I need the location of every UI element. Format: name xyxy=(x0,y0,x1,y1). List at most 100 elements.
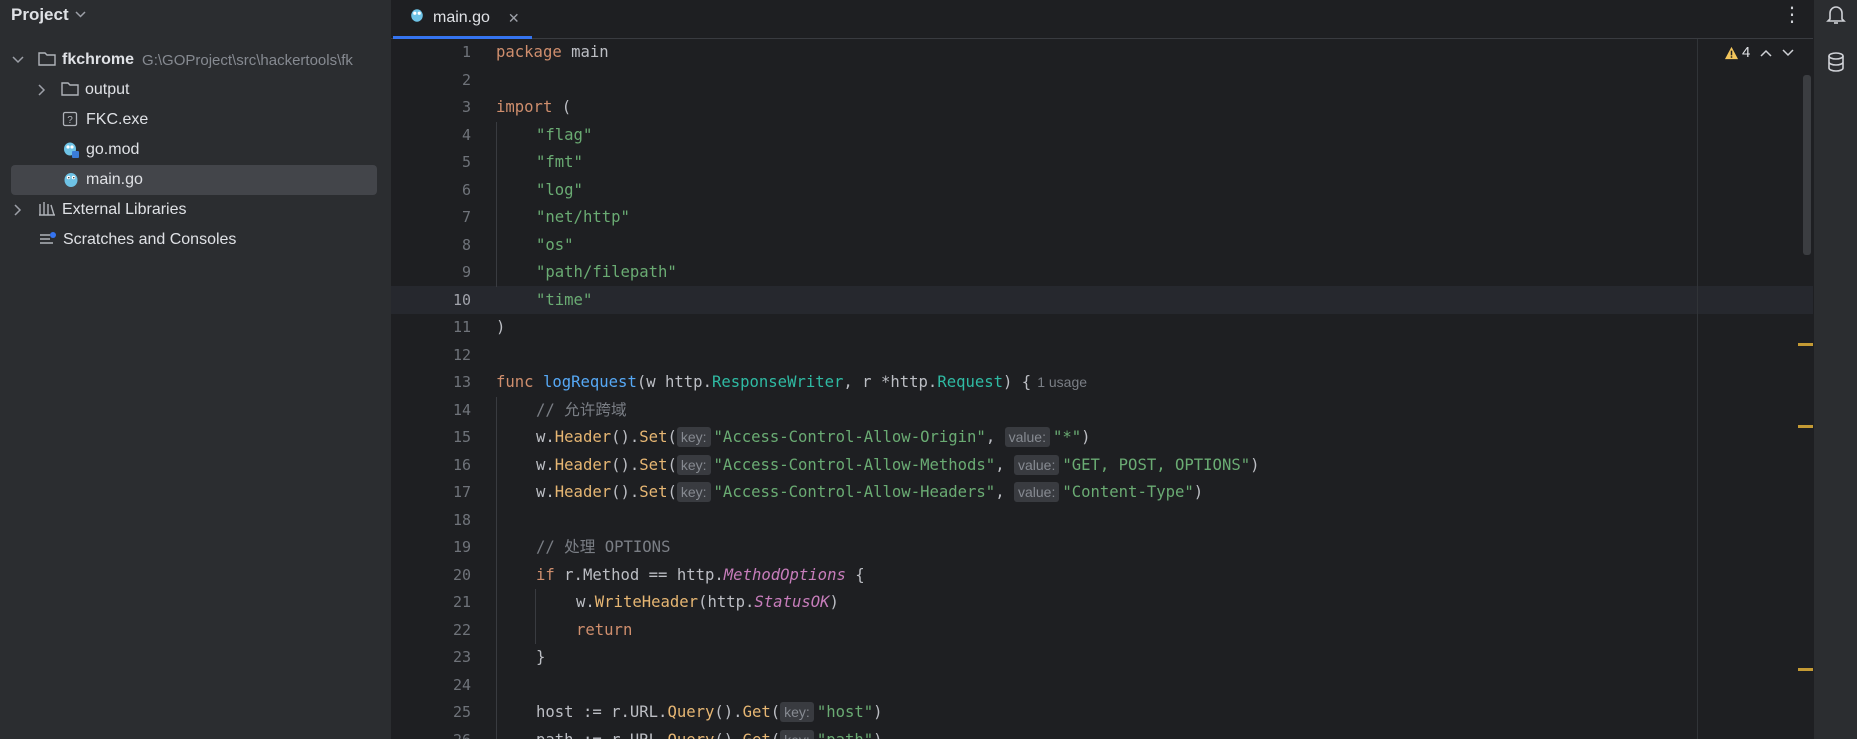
method-call: Header xyxy=(554,483,612,501)
function-name: logRequest xyxy=(542,373,637,391)
expression: r.Method == xyxy=(554,565,677,584)
type-name: Request xyxy=(937,373,1004,391)
indent-guide xyxy=(496,121,497,287)
punct: ( xyxy=(771,731,780,739)
code-line-16: w.Header().Set(key: "Access-Control-Allow… xyxy=(536,452,1260,480)
go-file-icon xyxy=(409,7,425,29)
tree-item-label: Scratches and Consoles xyxy=(63,231,237,248)
warnings-counter[interactable]: 4 xyxy=(1724,44,1750,61)
code-line-22: return xyxy=(576,620,633,639)
punct: ( xyxy=(667,428,677,446)
identifier: main xyxy=(561,43,609,61)
right-tool-strip xyxy=(1813,0,1857,739)
chevron-down-icon[interactable] xyxy=(1782,44,1794,61)
punct: (). xyxy=(611,455,640,474)
tree-item-fkchrome[interactable]: fkchrome G:\GOProject\src\hackertools\fk xyxy=(11,45,377,75)
package-name: http xyxy=(890,373,928,391)
punct: (w xyxy=(636,373,666,391)
string-literal: "Access-Control-Allow-Methods" xyxy=(713,455,996,474)
code-line-11: ) xyxy=(496,318,506,336)
warning-stripe-marker[interactable] xyxy=(1798,668,1813,671)
warning-stripe-marker[interactable] xyxy=(1798,425,1813,428)
type-name: ResponseWriter xyxy=(711,373,844,391)
string-literal: "Content-Type" xyxy=(1062,483,1194,501)
tree-item-main-go[interactable]: main.go xyxy=(11,165,377,195)
line-number: 8 xyxy=(461,235,471,254)
more-options-icon[interactable]: ⋮ xyxy=(1782,2,1802,27)
code-line-15: w.Header().Set(key: "Access-Control-Allow… xyxy=(536,424,1091,452)
vertical-scrollbar[interactable] xyxy=(1803,75,1811,255)
collapse-arrow-icon[interactable] xyxy=(11,203,25,217)
punct: (). xyxy=(611,428,640,446)
punct: . xyxy=(745,593,755,611)
editor-tab-bar: main.go ✕ ⋮ xyxy=(391,0,1813,39)
inspection-widget[interactable]: 4 xyxy=(1724,44,1794,61)
collapse-arrow-icon[interactable] xyxy=(35,83,49,97)
parameter-hint: value: xyxy=(1004,427,1050,447)
line-number: 24 xyxy=(452,675,471,694)
expand-arrow-icon[interactable] xyxy=(11,53,25,67)
code-line-17: w.Header().Set(key: "Access-Control-Allow… xyxy=(536,479,1203,507)
string-literal: "path" xyxy=(817,731,873,739)
go-module-icon xyxy=(62,141,80,159)
tree-item-external-libraries[interactable]: External Libraries xyxy=(11,195,377,225)
line-number: 2 xyxy=(461,70,471,89)
code-line-13: func logRequest(w http.ResponseWriter, r… xyxy=(496,373,1088,391)
punct: (). xyxy=(714,703,743,721)
folder-icon xyxy=(61,81,79,99)
string-literal: "Access-Control-Allow-Origin" xyxy=(713,428,986,446)
line-number: 22 xyxy=(452,620,471,639)
punct: ) xyxy=(1081,428,1091,446)
warning-icon xyxy=(1724,46,1739,59)
tab-main-go[interactable]: main.go ✕ xyxy=(393,0,532,39)
tree-item-go-mod[interactable]: go.mod xyxy=(11,135,377,165)
package-name: http xyxy=(707,593,746,611)
punct: ( xyxy=(667,455,677,474)
line-number: 11 xyxy=(452,318,471,336)
package-name: http xyxy=(676,565,715,584)
bell-icon[interactable] xyxy=(1824,2,1848,26)
warning-count: 4 xyxy=(1742,44,1751,61)
keyword: if xyxy=(536,565,555,584)
line-number: 7 xyxy=(461,208,471,226)
chevron-up-icon[interactable] xyxy=(1760,44,1772,61)
keyword: import xyxy=(496,98,553,116)
project-view-selector[interactable]: Project xyxy=(11,4,86,26)
warning-stripe-marker[interactable] xyxy=(1798,343,1813,346)
code-editor[interactable]: package main import ( "flag" "fmt" "log"… xyxy=(496,39,1796,739)
expression: host := r.URL. xyxy=(536,703,668,721)
tree-item-scratches[interactable]: Scratches and Consoles xyxy=(11,225,377,255)
parameter-hint: key: xyxy=(780,729,814,739)
parameter-hint: key: xyxy=(676,427,711,447)
punct: , xyxy=(985,428,996,446)
line-number-gutter: 1 2 3 4 5 6 7 8 9 10 11 12 13 14 15 16 1… xyxy=(391,39,471,739)
identifier: w. xyxy=(576,593,595,611)
usages-hint[interactable]: 1 usage xyxy=(1037,374,1087,390)
tree-item-output[interactable]: output xyxy=(11,75,377,105)
punct: ( xyxy=(667,483,677,501)
code-line-25: host := r.URL.Query().Get(key: "host") xyxy=(536,699,883,727)
line-number: 6 xyxy=(461,180,471,199)
parameter-hint: key: xyxy=(676,482,711,502)
tree-item-label: output xyxy=(85,81,130,98)
tree-item-label: main.go xyxy=(86,171,143,188)
method-call: Set xyxy=(639,455,668,474)
punct: (). xyxy=(611,483,640,501)
folder-icon xyxy=(38,51,56,69)
string-literal: "*" xyxy=(1052,428,1082,446)
line-number: 13 xyxy=(452,373,471,391)
code-line-10: "time" xyxy=(536,290,593,309)
library-icon xyxy=(38,201,56,219)
close-icon[interactable]: ✕ xyxy=(508,10,520,27)
chevron-down-icon xyxy=(75,7,86,21)
code-line-26: path := r.URL.Query().Get(key:"path") xyxy=(536,727,883,739)
tree-item-fkc-exe[interactable]: ? FKC.exe xyxy=(11,105,377,135)
constant: StatusOK xyxy=(754,593,830,611)
code-line-4: "flag" xyxy=(536,125,593,144)
indent-guide xyxy=(535,589,536,644)
database-icon[interactable] xyxy=(1824,50,1848,74)
code-line-8: "os" xyxy=(536,235,574,254)
tree-item-label: External Libraries xyxy=(62,201,187,218)
method-call: Get xyxy=(742,703,771,721)
method-call: Query xyxy=(667,703,715,721)
